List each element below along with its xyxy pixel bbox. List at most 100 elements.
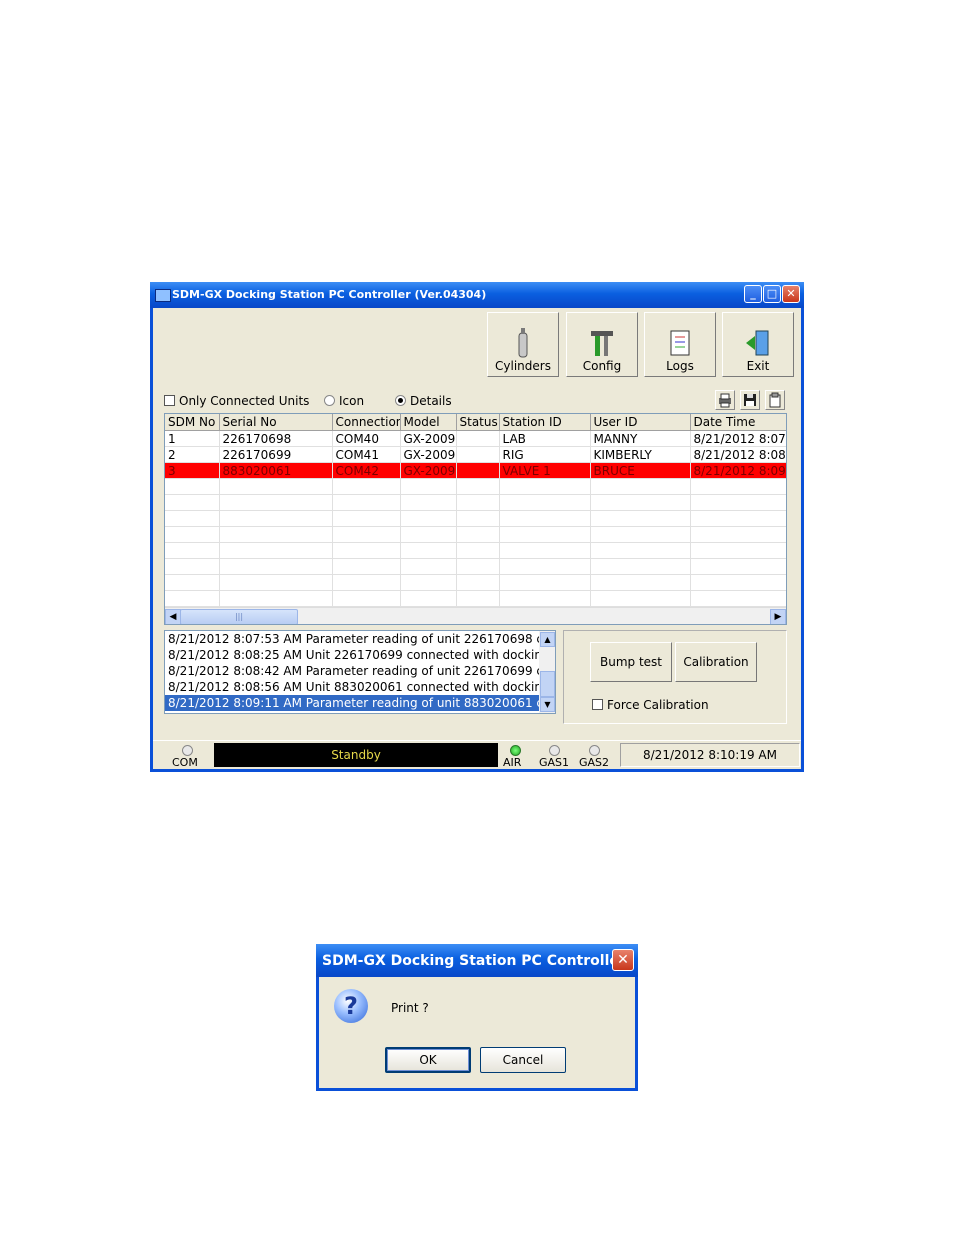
- col-status[interactable]: Status: [456, 414, 500, 431]
- col-date-time[interactable]: Date Time: [690, 414, 786, 431]
- bump-test-button[interactable]: Bump test: [590, 642, 672, 682]
- exit-door-icon: [723, 327, 793, 359]
- cell: [456, 446, 500, 463]
- status-bar: COM Standby AIR GAS1 GAS2 8/21/2012 8:10…: [153, 740, 801, 770]
- air-label: AIR: [503, 756, 522, 769]
- list-item[interactable]: 8/21/2012 8:08:42 AM Parameter reading o…: [165, 663, 540, 679]
- com-led-icon: [182, 745, 193, 756]
- event-log-list[interactable]: 8/21/2012 8:07:53 AM Parameter reading o…: [164, 630, 556, 714]
- cell: VALVE 1: [499, 462, 591, 479]
- list-item[interactable]: 8/21/2012 8:08:25 AM Unit 226170699 conn…: [165, 647, 540, 663]
- printer-icon: [719, 393, 731, 408]
- col-model[interactable]: Model: [400, 414, 457, 431]
- cell: COM42: [332, 462, 401, 479]
- save-button[interactable]: [740, 390, 760, 410]
- dialog-close-button[interactable]: ✕: [612, 949, 634, 971]
- table-row-selected[interactable]: 3 883020061 COM42 GX-2009 VALVE 1 BRUCE …: [165, 462, 786, 479]
- cancel-button[interactable]: Cancel: [480, 1047, 566, 1073]
- radio-dot: [324, 395, 335, 406]
- radio-dot-selected: [395, 395, 406, 406]
- scroll-thumb[interactable]: |||: [180, 609, 298, 624]
- scroll-right-icon[interactable]: ▶: [770, 609, 786, 624]
- table-row-empty: [165, 494, 786, 511]
- only-connected-checkbox[interactable]: Only Connected Units: [164, 394, 309, 410]
- table-row-empty: [165, 558, 786, 575]
- list-item-selected[interactable]: 8/21/2012 8:09:11 AM Parameter reading o…: [165, 695, 540, 711]
- gas2-led-icon: [589, 745, 600, 756]
- main-title-bar[interactable]: SDM-GX Docking Station PC Controller (Ve…: [150, 282, 804, 308]
- logs-button[interactable]: Logs: [644, 312, 716, 377]
- cell: MANNY: [590, 430, 691, 447]
- checkbox-box: [164, 395, 175, 406]
- cylinder-icon: [488, 327, 558, 359]
- col-user-id[interactable]: User ID: [590, 414, 691, 431]
- view-details-radio[interactable]: Details: [395, 394, 452, 410]
- main-window: SDM-GX Docking Station PC Controller (Ve…: [150, 282, 804, 772]
- cell: LAB: [499, 430, 591, 447]
- ok-button[interactable]: OK: [385, 1047, 471, 1073]
- scroll-thumb[interactable]: [540, 671, 555, 697]
- dialog-title: SDM-GX Docking Station PC Controller: [322, 953, 626, 969]
- units-grid[interactable]: SDM No Serial No Connection Model Status…: [164, 413, 787, 625]
- close-button[interactable]: ✕: [782, 285, 800, 303]
- cell: 226170698: [219, 430, 333, 447]
- cell: GX-2009: [400, 446, 457, 463]
- scroll-left-icon[interactable]: ◀: [165, 609, 181, 624]
- question-icon: ?: [334, 989, 368, 1023]
- view-icon-radio[interactable]: Icon: [324, 394, 364, 410]
- table-row[interactable]: 2 226170699 COM41 GX-2009 RIG KIMBERLY 8…: [165, 446, 786, 463]
- table-row-empty: [165, 478, 786, 495]
- col-serial-no[interactable]: Serial No: [219, 414, 333, 431]
- save-disk-icon: [744, 394, 756, 406]
- units-table: SDM No Serial No Connection Model Status…: [165, 414, 786, 607]
- print-button[interactable]: [715, 390, 735, 410]
- tools-icon: [567, 327, 637, 359]
- gas1-label: GAS1: [539, 756, 570, 769]
- log-book-icon: [645, 327, 715, 359]
- list-item[interactable]: 8/21/2012 8:07:53 AM Parameter reading o…: [165, 631, 540, 647]
- table-row[interactable]: 1 226170698 COM40 GX-2009 LAB MANNY 8/21…: [165, 430, 786, 447]
- app-icon: [155, 289, 171, 302]
- minimize-button[interactable]: _: [744, 285, 762, 303]
- table-row-empty: [165, 542, 786, 559]
- table-row-empty: [165, 510, 786, 527]
- cell: 1: [165, 430, 220, 447]
- cell: RIG: [499, 446, 591, 463]
- maximize-button[interactable]: □: [763, 285, 781, 303]
- col-connection[interactable]: Connection: [332, 414, 401, 431]
- scroll-down-icon[interactable]: ▼: [540, 697, 555, 712]
- clipboard-button[interactable]: [765, 390, 785, 410]
- config-button[interactable]: Config: [566, 312, 638, 377]
- cell: 226170699: [219, 446, 333, 463]
- list-item[interactable]: 8/21/2012 8:08:56 AM Unit 883020061 conn…: [165, 679, 540, 695]
- scroll-up-icon[interactable]: ▲: [540, 632, 555, 647]
- cell: COM41: [332, 446, 401, 463]
- checkbox-box: [592, 699, 603, 710]
- print-dialog: SDM-GX Docking Station PC Controller ✕ ?…: [316, 944, 638, 1091]
- force-calibration-checkbox[interactable]: Force Calibration: [592, 698, 709, 712]
- cell: GX-2009: [400, 430, 457, 447]
- test-actions-group: Bump test Calibration Force Calibration: [563, 630, 787, 724]
- cell: 8/21/2012 8:08:3: [690, 446, 786, 463]
- cell: COM40: [332, 430, 401, 447]
- calibration-button[interactable]: Calibration: [675, 642, 757, 682]
- col-sdm-no[interactable]: SDM No: [165, 414, 220, 431]
- standby-display: Standby: [214, 743, 498, 767]
- cell: [456, 462, 500, 479]
- grid-horizontal-scrollbar[interactable]: ◀ ||| ▶: [165, 607, 786, 624]
- col-station-id[interactable]: Station ID: [499, 414, 591, 431]
- grid-header: SDM No Serial No Connection Model Status…: [165, 414, 786, 431]
- cylinders-button[interactable]: Cylinders: [487, 312, 559, 377]
- cell: KIMBERLY: [590, 446, 691, 463]
- cell: [456, 430, 500, 447]
- cell: BRUCE: [590, 462, 691, 479]
- cell: 2: [165, 446, 220, 463]
- dialog-title-bar[interactable]: SDM-GX Docking Station PC Controller ✕: [316, 944, 638, 977]
- table-row-empty: [165, 574, 786, 591]
- cell: 8/21/2012 8:07:5: [690, 430, 786, 447]
- log-vertical-scrollbar[interactable]: ▲ ▼: [539, 631, 555, 713]
- exit-button[interactable]: Exit: [722, 312, 794, 377]
- cell: 883020061: [219, 462, 333, 479]
- cell: GX-2009: [400, 462, 457, 479]
- status-datetime: 8/21/2012 8:10:19 AM: [620, 743, 800, 767]
